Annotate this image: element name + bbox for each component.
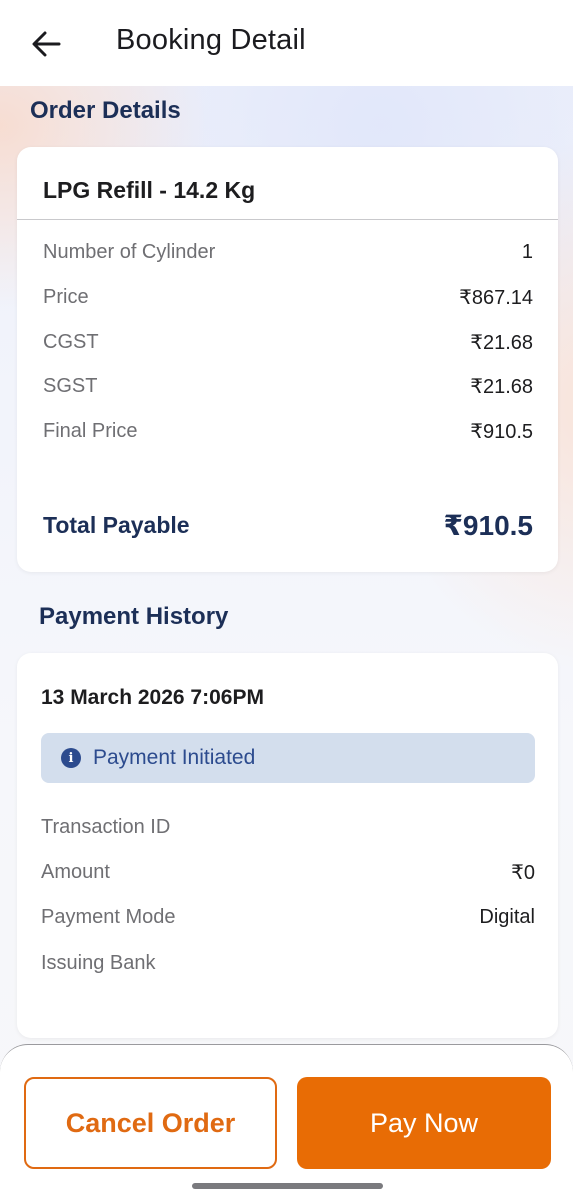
row-label: Transaction ID [41, 815, 171, 838]
pay-now-button[interactable]: Pay Now [297, 1077, 551, 1169]
order-row: SGST ₹21.68 [43, 371, 533, 401]
payment-row: Payment Mode Digital [41, 902, 535, 932]
status-text: Payment Initiated [93, 746, 256, 769]
arrow-left-icon [32, 31, 61, 57]
row-label: Issuing Bank [41, 951, 156, 974]
payment-row: Transaction ID [41, 812, 535, 842]
row-value: Digital [479, 905, 535, 928]
payment-row: Amount ₹0 [41, 857, 535, 887]
page-title: Booking Detail [116, 24, 306, 56]
bottom-action-bar: Cancel Order Pay Now [0, 1044, 573, 1200]
cancel-order-button[interactable]: Cancel Order [24, 1077, 277, 1169]
back-button[interactable] [24, 22, 68, 66]
row-label: Price [43, 285, 89, 308]
order-row: Number of Cylinder 1 [43, 237, 533, 267]
row-label: Number of Cylinder [43, 240, 216, 263]
payment-history-heading: Payment History [39, 603, 229, 630]
row-value: 1 [521, 240, 533, 263]
product-name: LPG Refill - 14.2 Kg [43, 177, 256, 203]
app-bar: Booking Detail [0, 0, 573, 86]
total-payable-row: Total Payable ₹910.5 [43, 509, 533, 542]
order-row: CGST ₹21.68 [43, 327, 533, 357]
row-label: Payment Mode [41, 905, 176, 928]
row-value: ₹0 [511, 861, 535, 884]
payment-date: 13 March 2026 7:06PM [41, 686, 264, 709]
payment-row: Issuing Bank [41, 948, 535, 978]
home-indicator[interactable] [192, 1183, 383, 1189]
order-details-heading: Order Details [30, 97, 181, 124]
row-value: ₹21.68 [470, 331, 533, 354]
row-value: ₹21.68 [470, 375, 533, 398]
order-row: Price ₹867.14 [43, 282, 533, 312]
total-value: ₹910.5 [443, 510, 533, 541]
info-icon: i [61, 748, 81, 768]
row-label: Final Price [43, 419, 138, 442]
divider [17, 219, 558, 220]
status-badge: i Payment Initiated [41, 733, 535, 783]
row-label: SGST [43, 374, 98, 397]
order-details-card: LPG Refill - 14.2 Kg Number of Cylinder … [17, 147, 558, 572]
row-value: ₹867.14 [459, 286, 533, 309]
row-label: Amount [41, 860, 110, 883]
payment-history-card: 13 March 2026 7:06PM i Payment Initiated… [17, 653, 558, 1038]
total-label: Total Payable [43, 512, 190, 538]
order-row: Final Price ₹910.5 [43, 416, 533, 446]
row-label: CGST [43, 330, 99, 353]
row-value: ₹910.5 [470, 420, 533, 443]
